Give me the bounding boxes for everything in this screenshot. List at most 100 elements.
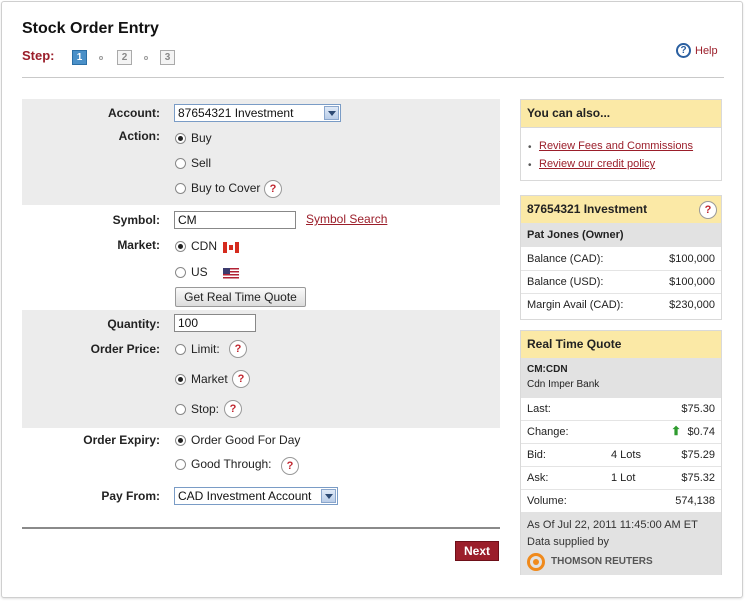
account-panel-title: 87654321 Investment: [521, 196, 721, 223]
help-icon: ?: [676, 43, 691, 58]
pay-from-select-value: CAD Investment Account: [178, 489, 312, 503]
market-help-icon[interactable]: ?: [232, 370, 250, 388]
quote-as-of: As Of Jul 22, 2011 11:45:00 AM ET: [527, 519, 698, 531]
pay-from-label: Pay From:: [101, 489, 160, 503]
form-bottom-divider: [22, 527, 500, 529]
buy-to-cover-help-icon[interactable]: ?: [264, 180, 282, 198]
panel-divider: [521, 127, 721, 128]
thomson-reuters-logo-icon: [527, 553, 545, 571]
symbol-input[interactable]: CM: [174, 211, 296, 229]
change-value: $0.74: [687, 426, 715, 438]
quote-footer: As Of Jul 22, 2011 11:45:00 AM ET Data s…: [521, 512, 721, 575]
data-provider: THOMSON REUTERS: [551, 556, 653, 567]
price-stop-radio[interactable]: [175, 404, 186, 415]
step-3: 3: [160, 50, 175, 65]
review-credit-policy-link[interactable]: Review our credit policy: [539, 158, 655, 170]
volume-label: Volume:: [527, 495, 567, 507]
action-buy-to-cover-radio[interactable]: [175, 183, 186, 194]
ask-label: Ask:: [527, 472, 549, 484]
row-divider: [521, 466, 721, 467]
step-1: 1: [72, 50, 87, 65]
bullet-icon: •: [528, 142, 532, 153]
balance-usd-value: $100,000: [669, 276, 715, 288]
market-cdn-label: CDN: [191, 239, 217, 253]
order-price-label: Order Price:: [90, 342, 160, 356]
header-divider: [22, 77, 724, 78]
row-divider: [521, 270, 721, 271]
change-label: Change:: [527, 426, 569, 438]
account-select[interactable]: 87654321 Investment: [174, 104, 341, 122]
ask-lots: 1 Lot: [611, 472, 636, 484]
action-buy-to-cover-label: Buy to Cover: [191, 181, 261, 195]
balance-cad-value: $100,000: [669, 253, 715, 265]
next-button[interactable]: Next: [455, 541, 499, 561]
step-2: 2: [117, 50, 132, 65]
help-label: Help: [695, 44, 718, 57]
margin-avail-value: $230,000: [669, 299, 715, 311]
page-title: Stock Order Entry: [22, 20, 159, 37]
bid-value: $75.29: [681, 449, 715, 461]
quantity-label: Quantity:: [107, 317, 160, 331]
expiry-good-through-radio[interactable]: [175, 459, 186, 470]
data-supplied-by: Data supplied by: [527, 536, 609, 548]
expiry-good-for-day-label: Order Good For Day: [191, 433, 301, 447]
price-market-radio[interactable]: [175, 374, 186, 385]
pay-from-select[interactable]: CAD Investment Account: [174, 487, 338, 505]
price-market-label: Market: [191, 372, 228, 386]
price-limit-radio[interactable]: [175, 344, 186, 355]
symbol-search-link[interactable]: Symbol Search: [306, 212, 387, 226]
action-buy-radio[interactable]: [175, 133, 186, 144]
bid-lots: 4 Lots: [611, 449, 641, 461]
us-flag-icon: [223, 268, 239, 279]
action-label: Action:: [118, 129, 160, 143]
balance-cad-label: Balance (CAD):: [527, 253, 604, 265]
price-limit-label: Limit:: [191, 342, 220, 356]
page-frame: Stock Order Entry Step: 1 2 3 ? Help Acc…: [1, 1, 743, 598]
market-us-radio[interactable]: [175, 267, 186, 278]
canada-flag-icon: [223, 242, 239, 253]
owner-row: Pat Jones (Owner): [521, 223, 721, 247]
expiry-good-for-day-radio[interactable]: [175, 435, 186, 446]
you-can-also-title: You can also...: [521, 100, 721, 127]
step-separator: [144, 56, 148, 60]
account-select-value: 87654321 Investment: [178, 106, 294, 120]
account-help-icon[interactable]: ?: [699, 201, 717, 219]
real-time-quote-panel: Real Time Quote CM:CDN Cdn Imper Bank La…: [520, 330, 722, 575]
price-stop-label: Stop:: [191, 402, 220, 416]
action-sell-radio[interactable]: [175, 158, 186, 169]
row-divider: [521, 420, 721, 421]
get-real-time-quote-button[interactable]: Get Real Time Quote: [175, 287, 306, 307]
market-us-label: US: [191, 265, 208, 279]
chevron-down-icon[interactable]: [321, 489, 336, 503]
stop-help-icon[interactable]: ?: [224, 400, 242, 418]
help-link[interactable]: ? Help: [676, 43, 718, 58]
quote-symbol: CM:CDN: [527, 364, 568, 375]
limit-help-icon[interactable]: ?: [229, 340, 247, 358]
volume-value: 574,138: [675, 495, 715, 507]
row-divider: [521, 293, 721, 294]
row-divider: [521, 489, 721, 490]
market-label: Market:: [117, 238, 160, 252]
action-sell-label: Sell: [191, 156, 212, 170]
balance-usd-label: Balance (USD):: [527, 276, 604, 288]
row-divider: [521, 443, 721, 444]
review-fees-link[interactable]: Review Fees and Commissions: [539, 140, 693, 152]
chevron-down-icon[interactable]: [324, 106, 339, 120]
order-expiry-label: Order Expiry:: [83, 433, 160, 447]
step-separator: [99, 56, 103, 60]
symbol-label: Symbol:: [112, 213, 160, 227]
quote-symbol-block: CM:CDN Cdn Imper Bank: [521, 358, 721, 398]
step-label: Step:: [22, 48, 55, 63]
quote-panel-title: Real Time Quote: [521, 331, 721, 358]
market-cdn-radio[interactable]: [175, 241, 186, 252]
last-value: $75.30: [681, 403, 715, 415]
bullet-icon: •: [528, 160, 532, 171]
bid-label: Bid:: [527, 449, 546, 461]
quantity-input[interactable]: 100: [174, 314, 256, 332]
up-arrow-icon: ⬆: [670, 424, 681, 438]
good-through-help-icon[interactable]: ?: [281, 457, 299, 475]
last-label: Last:: [527, 403, 551, 415]
quote-company-name: Cdn Imper Bank: [527, 379, 600, 390]
expiry-good-through-label: Good Through:: [191, 457, 272, 471]
account-panel: 87654321 Investment ? Pat Jones (Owner) …: [520, 195, 722, 320]
